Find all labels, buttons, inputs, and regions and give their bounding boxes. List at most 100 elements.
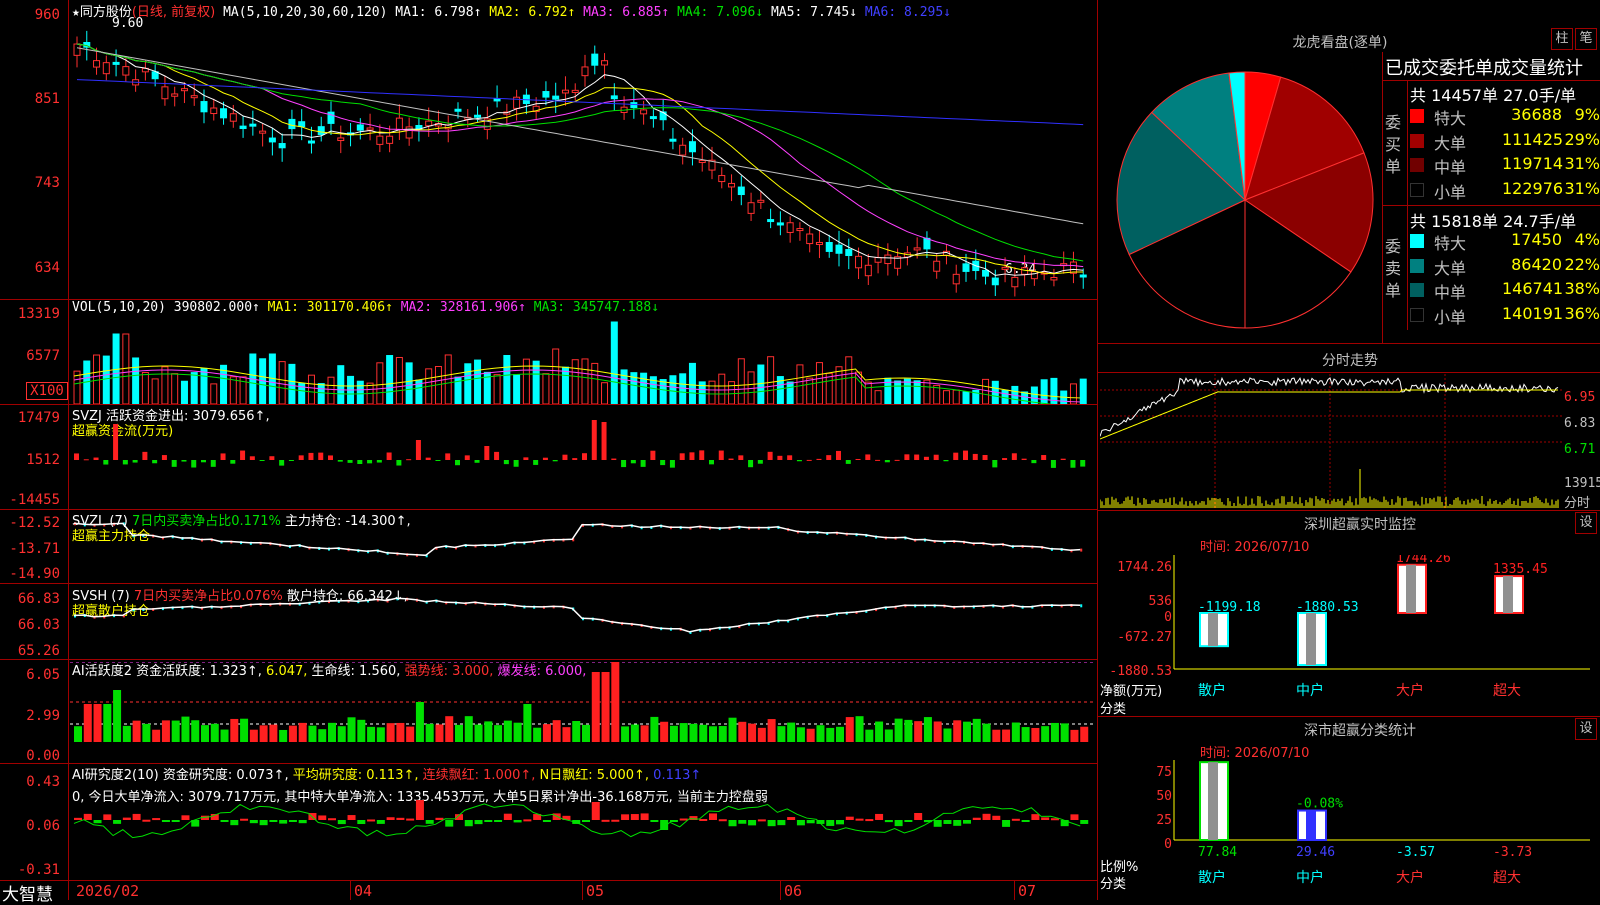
activity-bar [367,726,376,742]
main-chart-area[interactable]: 960 851 743 634 ★同方股份(日线, 前复权) MA(5,10,2… [0,0,1098,905]
price-axis-label: 743 [34,175,60,191]
svzj-axis-label: -14455 [9,492,60,508]
candle [288,118,296,130]
flow-bar [357,460,363,464]
order-size-label: 小单 [1434,307,1467,327]
activity-bar [757,727,766,742]
flow-bar [376,460,382,463]
activity-bar [1060,723,1069,742]
sz-settings-button[interactable]: 设 [1575,512,1597,534]
activity-bar [259,725,268,742]
candle [73,43,81,56]
svzj-chart[interactable] [70,410,1096,508]
cls-axis-label: 0 [1164,837,1172,852]
order-row: 小单 140191 36% [1410,303,1600,327]
activity-bar [484,721,493,742]
order-size-label: 大单 [1434,133,1467,153]
cls-time: 时间: 2026/07/10 [1200,746,1310,761]
tick-mark [1080,548,1083,552]
activity-bar [220,729,229,742]
candle [767,219,775,223]
flow-bar [103,460,109,465]
activity-bar [787,722,796,742]
activity-bar [796,727,805,742]
research-bar [181,815,190,820]
candlestick-chart[interactable] [70,20,1096,298]
svsh-chart[interactable] [70,588,1096,658]
cls-axis-label: 75 [1156,765,1172,780]
activity-bar [1050,722,1059,742]
ai-research-cont-red: 连续飘红: 1.000↑, [422,768,536,783]
research-bar [1070,814,1079,820]
order-pct: 29% [1564,129,1600,149]
activity-bar [533,727,542,742]
activity-bar [582,724,590,742]
order-pie-chart[interactable] [1105,60,1385,340]
flow-bar [445,453,451,460]
volume-bar [356,380,364,404]
candle [161,86,169,100]
volume-bar [307,374,315,404]
column-view-button[interactable]: 柱 [1551,28,1573,50]
tick-mark [1080,604,1083,608]
cls-settings-button[interactable]: 设 [1575,718,1597,740]
volume-bar [171,373,179,404]
research-bar [621,814,630,820]
cls-axis-label: 25 [1156,813,1172,828]
flow-bar [347,460,353,463]
cls-bar-top: -0.08% [1296,797,1343,812]
candle [180,88,188,92]
flow-bar [679,453,685,460]
research-bar [1080,820,1089,824]
candle [337,137,345,142]
research-bar [992,815,1001,820]
volume-bar [474,359,482,404]
fenshi-unit-label: 分时 [1564,496,1591,511]
activity-bar [923,717,932,742]
candle [688,141,696,153]
ai-active-chart[interactable] [70,662,1096,762]
volume-chart[interactable] [70,312,1096,404]
tick-view-button[interactable]: 笔 [1575,28,1597,50]
period-label[interactable]: (日线, 前复权) [132,5,215,20]
activity-bar [503,720,512,742]
activity-bar [113,690,122,742]
research-bar [777,820,786,826]
cls-value: 77.84 [1198,845,1237,860]
research-bar [894,820,903,827]
activity-bar [425,723,434,742]
candle [122,66,130,76]
flow-bar [1070,460,1076,468]
flow-bar [201,460,206,463]
activity-bar [464,716,473,742]
flow-bar [894,459,900,461]
flow-bar [93,457,99,460]
volume-bar [141,371,149,404]
candle [864,264,872,277]
intraday-chart[interactable] [1100,374,1562,508]
ai-active-axis-label: 6.05 [26,667,60,683]
flow-bar [152,460,158,464]
volume-bar [1030,386,1038,404]
activity-bar [992,729,1001,742]
star-icon[interactable]: ★ [72,5,80,20]
order-row: 中单 119714 31% [1410,153,1600,177]
sz-monitor-chart[interactable]: 1744.26 5360 -672.27 -1880.53 -1199.18 散户 -188… [1100,555,1600,715]
order-size-label: 中单 [1434,283,1467,302]
flow-bar [757,460,763,464]
svzl-chart[interactable] [70,512,1096,582]
activity-bar [191,720,200,742]
candle [649,116,657,120]
flow-bar [523,457,529,460]
research-bar [230,820,239,826]
flow-bar [288,460,294,461]
volume-bar [845,356,853,404]
ai-research-axis-label: -0.31 [17,862,60,878]
flow-bar [435,460,441,461]
price-header: ★同方股份(日线, 前复权) MA(5,10,20,30,60,120) MA1… [72,1,951,20]
ai-research-chart[interactable] [70,800,1096,878]
candle [747,202,755,214]
cls-stats-chart[interactable]: 75 50 25 0 -0.05% -0.08% 77.84 散户 29.46 中户 -3.57 大户… [1100,760,1600,900]
activity-bar [738,721,747,742]
activity-bar [181,716,190,742]
